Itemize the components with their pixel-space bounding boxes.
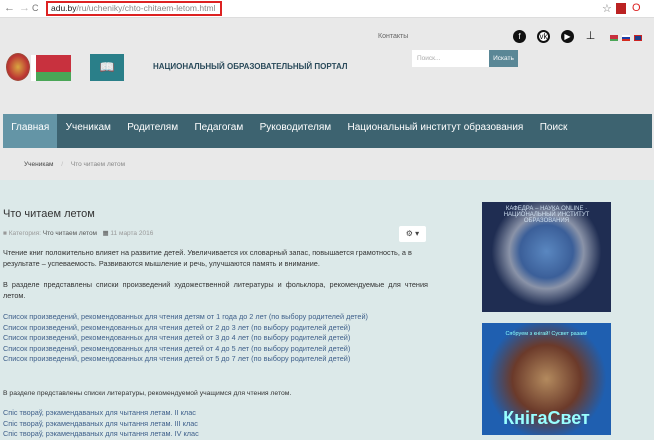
nav-item-students[interactable]: Ученикам	[57, 114, 119, 148]
list-link[interactable]: Список произведений, рекомендованных для…	[3, 312, 368, 323]
breadcrumb-current: Что читаем летом	[70, 161, 126, 168]
search-input[interactable]: Поиск...	[412, 50, 489, 67]
belarus-flag-icon	[31, 55, 71, 81]
search-button[interactable]: Искать	[489, 50, 518, 67]
pdf-extension-icon[interactable]	[616, 3, 626, 14]
breadcrumb-students[interactable]: Ученикам	[24, 161, 53, 168]
list-link[interactable]: Спіс твораў, рэкамендаваных для чытання …	[3, 429, 199, 440]
url-host: adu.by	[51, 3, 77, 13]
category-label: Категория:	[8, 230, 41, 237]
calendar-icon: ▦	[102, 230, 109, 237]
page-title: Что читаем летом	[3, 208, 95, 220]
nav-item-home[interactable]: Главная	[3, 114, 58, 148]
list-link[interactable]: Список произведений, рекомендованных для…	[3, 333, 368, 344]
age-lists: Список произведений, рекомендованных для…	[0, 312, 368, 365]
article-options-button[interactable]: ⚙ ▾	[399, 226, 426, 242]
section2-paragraph: В разделе представлены списки литературы…	[3, 390, 292, 397]
knigasvet-logo-text: КнігаСвет	[503, 408, 590, 428]
publish-date: 11 марта 2016	[110, 230, 154, 237]
kafedra-banner-text: КАФЕДРА – НАУКА ONLINE · НАЦИОНАЛЬНЫЙ ИН…	[503, 206, 590, 224]
flag-en-icon[interactable]	[634, 35, 642, 41]
facebook-icon[interactable]: f	[513, 30, 526, 43]
nav-item-search[interactable]: Поиск	[532, 114, 576, 148]
back-button[interactable]: ←	[4, 2, 15, 14]
portal-title[interactable]: НАЦИОНАЛЬНЫЙ ОБРАЗОВАТЕЛЬНЫЙ ПОРТАЛ	[153, 62, 347, 71]
youtube-icon[interactable]: ▶	[561, 30, 574, 43]
flag-ru-icon[interactable]	[622, 35, 630, 41]
contacts-link[interactable]: Контакты	[378, 33, 408, 40]
kafedra-banner[interactable]: КАФЕДРА – НАУКА ONLINE · НАЦИОНАЛЬНЫЙ ИН…	[482, 202, 611, 312]
flag-be-icon[interactable]	[610, 35, 618, 41]
section1-paragraph: В разделе представлены списки произведен…	[3, 280, 428, 300]
grade-lists: Спіс твораў, рэкамендаваных для чытання …	[0, 408, 199, 440]
list-link[interactable]: Список произведений, рекомендованных для…	[3, 354, 368, 365]
address-bar[interactable]: adu.by/ru/ucheniky/chto-chitaem-letom.ht…	[46, 1, 222, 16]
sitemap-icon[interactable]: ⊥	[584, 30, 597, 43]
list-link[interactable]: Список произведений, рекомендованных для…	[3, 344, 368, 355]
vk-icon[interactable]: vk	[537, 30, 550, 43]
main-nav: Главная Ученикам Родителям Педагогам Рук…	[3, 114, 652, 148]
nav-item-managers[interactable]: Руководителям	[251, 114, 339, 148]
url-path: /ru/ucheniky/chto-chitaem-letom.html	[76, 3, 216, 13]
article-meta: ■ Категория: Что читаем летом ▦ 11 марта…	[3, 229, 153, 237]
list-link[interactable]: Спіс твораў, рэкамендаваных для чытання …	[3, 408, 199, 419]
breadcrumb: Ученикам / Что читаем летом	[24, 161, 125, 168]
knigasvet-slogan: Сябруем з кнігай! Сусвет разам!	[505, 331, 588, 337]
list-link[interactable]: Спіс твораў, рэкамендаваных для чытання …	[3, 419, 199, 430]
intro-paragraph: Чтение книг положительно влияет на разви…	[3, 248, 412, 268]
list-link[interactable]: Список произведений, рекомендованных для…	[3, 323, 368, 334]
bookmark-star-icon[interactable]: ☆	[602, 2, 612, 15]
reload-button[interactable]: C	[32, 3, 39, 13]
coat-of-arms-icon	[6, 53, 30, 81]
folder-icon: ■	[3, 230, 7, 237]
browser-toolbar: ← → C adu.by/ru/ucheniky/chto-chitaem-le…	[0, 0, 654, 18]
forward-button[interactable]: →	[19, 2, 30, 14]
opera-extension-icon[interactable]: O	[632, 2, 641, 14]
portal-logo-icon[interactable]: 📖	[90, 54, 124, 81]
nav-item-teachers[interactable]: Педагогам	[186, 114, 251, 148]
category-link[interactable]: Что читаем летом	[43, 230, 97, 237]
breadcrumb-separator: /	[61, 161, 64, 168]
nav-item-parents[interactable]: Родителям	[119, 114, 186, 148]
knigasvet-banner[interactable]: Сябруем з кнігай! Сусвет разам! КнігаСве…	[482, 323, 611, 435]
nav-item-institute[interactable]: Национальный институт образования	[339, 114, 531, 148]
